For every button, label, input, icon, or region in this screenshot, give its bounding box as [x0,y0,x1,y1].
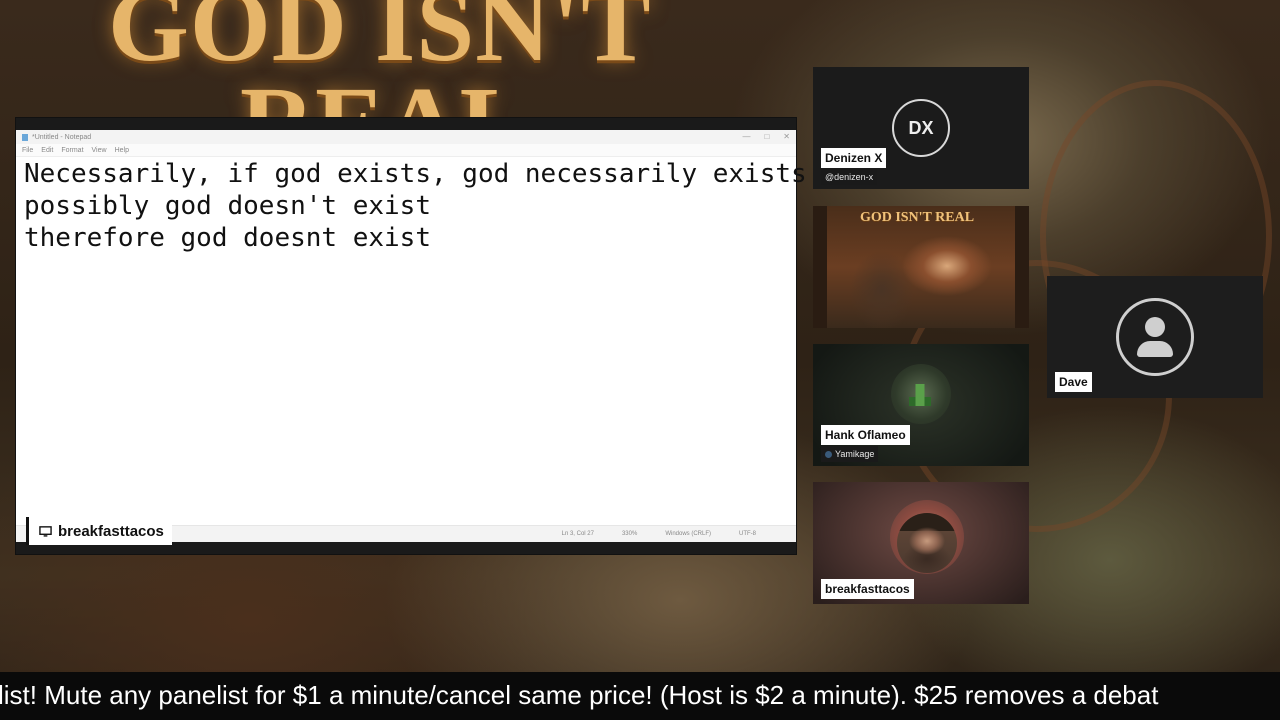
participant-name: Dave [1055,372,1092,392]
line-ending: Windows (CRLF) [665,531,711,537]
participant-name: Denizen X [821,148,887,168]
notepad-text-area[interactable]: Necessarily, if god exists, god necessar… [24,158,807,254]
notepad-client-area: *Untitled - Notepad — □ ✕ File Edit Form… [16,130,807,542]
menu-edit[interactable]: Edit [41,147,53,154]
notepad-window-title: *Untitled - Notepad [32,133,92,141]
ticker-bar: list! Mute any panelist for $1 a minute/… [0,672,1280,720]
monitor-icon [39,525,52,537]
participant-tile-hank[interactable]: Hank Oflameo Yamikage [813,344,1029,466]
screen-share-label: breakfasttacos [26,517,172,545]
stream-art-image: GOD ISN'T REAL [827,206,1015,328]
participant-handle: Yamikage [821,446,879,462]
participant-name: Hank Oflameo [821,425,910,445]
menu-view[interactable]: View [92,147,107,154]
text-line: possibly god doesn't exist [24,191,431,221]
maximize-icon[interactable]: □ [764,132,769,141]
text-line: therefore god doesnt exist [24,223,431,253]
notepad-menubar: File Edit Format View Help [16,144,796,157]
menu-file[interactable]: File [22,147,33,154]
menu-help[interactable]: Help [115,147,129,154]
avatar [897,513,957,573]
user-icon [1116,298,1194,376]
handle-text: Yamikage [835,449,875,459]
menu-format[interactable]: Format [61,147,83,154]
avatar: DX [892,99,950,157]
close-icon[interactable]: ✕ [783,132,790,141]
participant-tile-art[interactable]: GOD ISN'T REAL [813,206,1029,328]
art-title: GOD ISN'T REAL [859,210,975,225]
participant-tile-dave[interactable]: Dave [1047,276,1263,398]
encoding: UTF-8 [739,531,756,537]
participant-name: breakfasttacos [821,579,914,599]
window-controls: — □ ✕ [742,132,790,141]
notepad-app-icon [22,133,28,141]
screen-share-owner: breakfasttacos [58,522,164,540]
handle-text: @denizen-x [825,172,874,182]
participant-handle: @denizen-x [821,169,878,185]
avatar-sprite [909,384,931,406]
participant-tile-denizen[interactable]: DX Denizen X @denizen-x [813,67,1029,189]
ticker-text: list! Mute any panelist for $1 a minute/… [0,680,1159,710]
zoom-level: 330% [621,531,638,537]
text-line: Necessarily, if god exists, god necessar… [24,159,807,189]
notepad-window: *Untitled - Notepad — □ ✕ File Edit Form… [16,118,807,554]
notepad-titlebar: *Untitled - Notepad — □ ✕ [16,130,796,144]
handle-icon [825,450,832,458]
cursor-position: Ln 3, Col 27 [561,531,594,537]
participant-tile-breakfasttacos[interactable]: breakfasttacos [813,482,1029,604]
minimize-icon[interactable]: — [742,132,750,141]
